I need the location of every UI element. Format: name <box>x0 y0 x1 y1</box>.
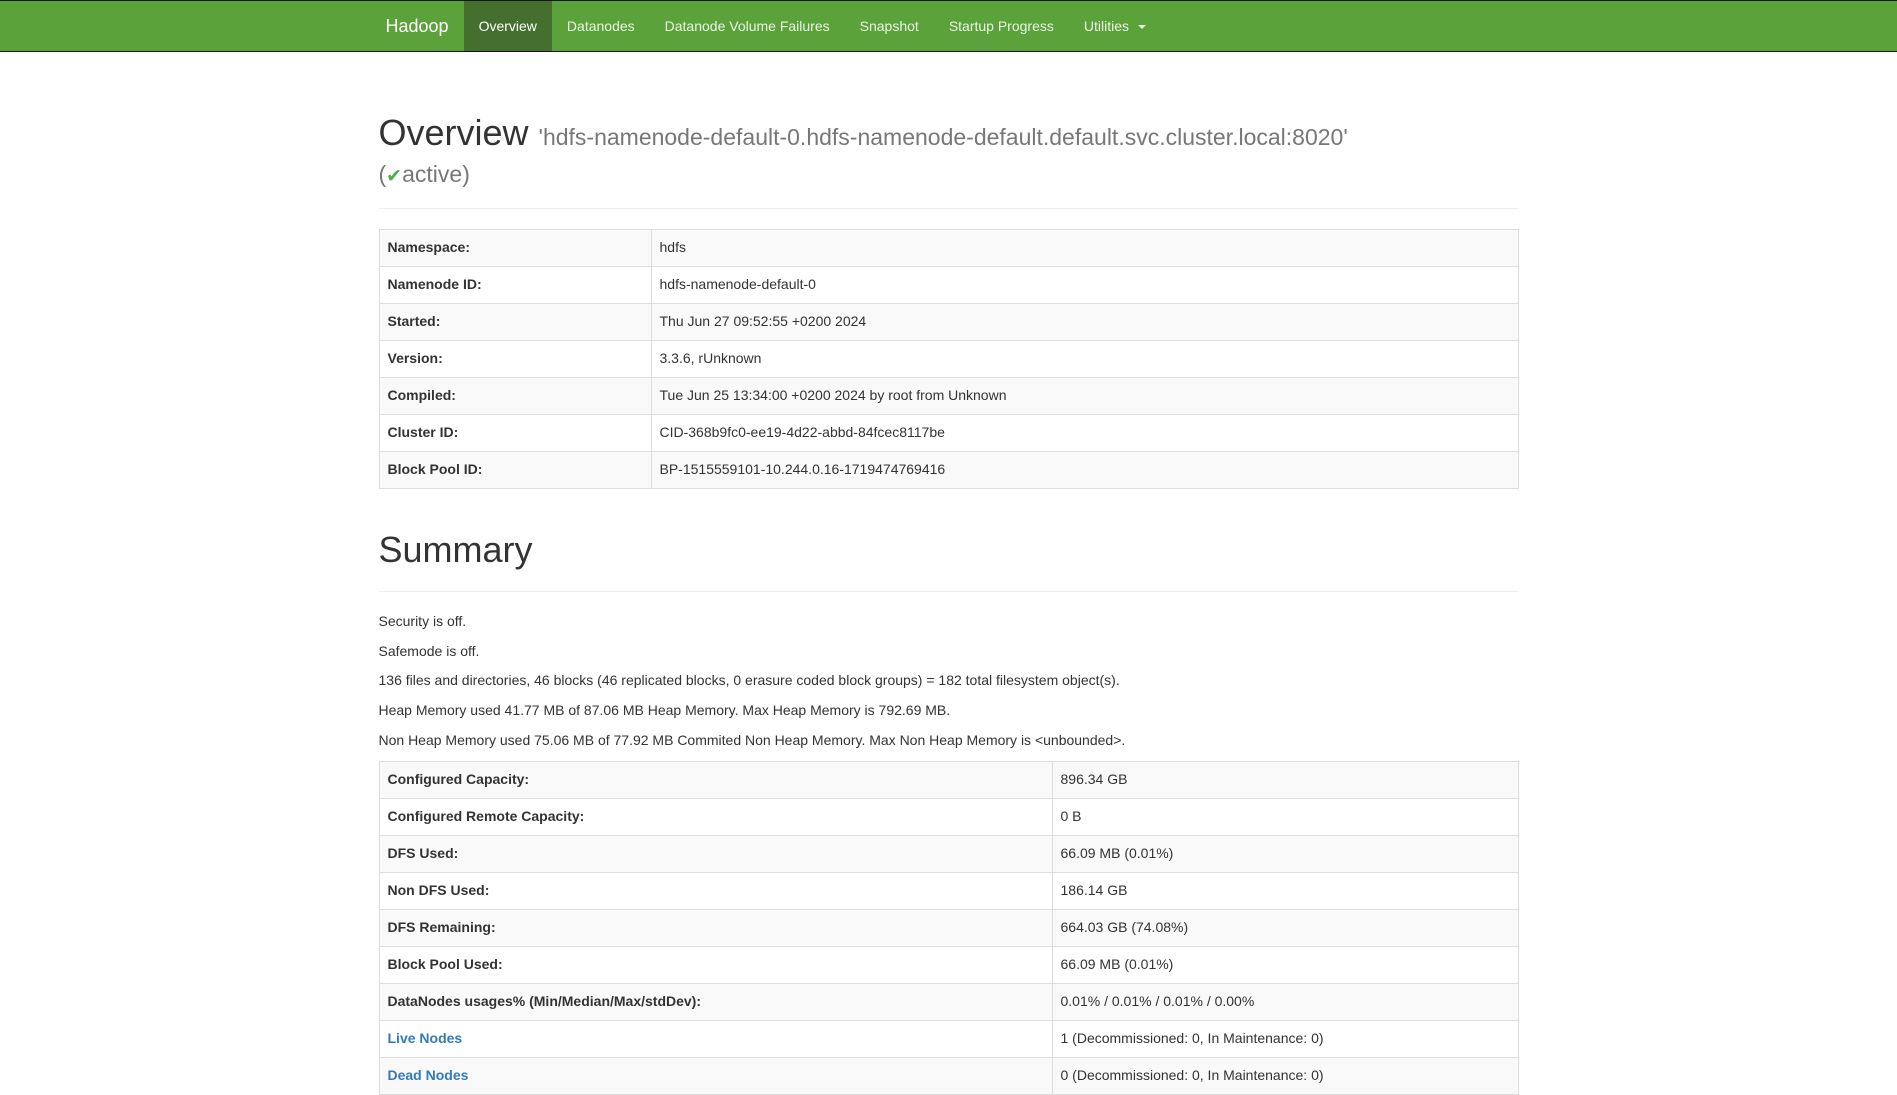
row-value: 0.01% / 0.01% / 0.01% / 0.00% <box>1052 984 1518 1021</box>
row-label: Configured Remote Capacity: <box>379 799 1052 836</box>
row-value: 896.34 GB <box>1052 762 1518 799</box>
row-label: DataNodes usages% (Min/Median/Max/stdDev… <box>379 984 1052 1021</box>
table-row: Block Pool Used:66.09 MB (0.01%) <box>379 947 1518 984</box>
row-value: 664.03 GB (74.08%) <box>1052 910 1518 947</box>
table-row: Namenode ID:hdfs-namenode-default-0 <box>379 267 1518 304</box>
section-divider <box>379 591 1519 592</box>
page-title: Overview <box>379 112 529 153</box>
row-label: Namespace: <box>379 230 651 267</box>
table-row: Compiled:Tue Jun 25 13:34:00 +0200 2024 … <box>379 378 1518 415</box>
row-value: CID-368b9fc0-ee19-4d22-abbd-84fcec8117be <box>651 415 1518 452</box>
row-value: BP-1515559101-10.244.0.16-1719474769416 <box>651 452 1518 489</box>
row-value: 66.09 MB (0.01%) <box>1052 836 1518 873</box>
summary-paragraph: Heap Memory used 41.77 MB of 87.06 MB He… <box>379 701 1519 721</box>
row-label: Namenode ID: <box>379 267 651 304</box>
brand-link[interactable]: Hadoop <box>371 1 464 51</box>
summary-text-block: Security is off. Safemode is off. 136 file… <box>379 612 1519 752</box>
row-value: hdfs <box>651 230 1518 267</box>
nav-item-overview[interactable]: Overview <box>464 1 552 51</box>
row-value: 186.14 GB <box>1052 873 1518 910</box>
dead-nodes-link[interactable]: Dead Nodes <box>388 1067 469 1083</box>
navbar-menu: OverviewDatanodesDatanode Volume Failure… <box>464 1 1161 51</box>
summary-paragraph: Safemode is off. <box>379 642 1519 662</box>
summary-paragraph: 136 files and directories, 46 blocks (46… <box>379 671 1519 691</box>
table-row: Namespace:hdfs <box>379 230 1518 267</box>
table-row: DataNodes usages% (Min/Median/Max/stdDev… <box>379 984 1518 1021</box>
nav-item-utilities[interactable]: Utilities <box>1069 1 1161 51</box>
live-nodes-link[interactable]: Live Nodes <box>388 1030 463 1046</box>
row-label: Cluster ID: <box>379 415 651 452</box>
row-label: Block Pool ID: <box>379 452 651 489</box>
row-value: 0 (Decommissioned: 0, In Maintenance: 0) <box>1052 1058 1518 1095</box>
row-value: 1 (Decommissioned: 0, In Maintenance: 0) <box>1052 1021 1518 1058</box>
table-row: Live Nodes 1 (Decommissioned: 0, In Maint… <box>379 1021 1518 1058</box>
nav-link-snapshot[interactable]: Snapshot <box>845 1 934 51</box>
nav-link-datanodes[interactable]: Datanodes <box>552 1 650 51</box>
row-value: Tue Jun 25 13:34:00 +0200 2024 by root f… <box>651 378 1518 415</box>
row-value: Thu Jun 27 09:52:55 +0200 2024 <box>651 304 1518 341</box>
row-label: DFS Used: <box>379 836 1052 873</box>
nav-item-datanodes[interactable]: Datanodes <box>552 1 650 51</box>
nav-item-datanode-volume-failures[interactable]: Datanode Volume Failures <box>650 1 845 51</box>
table-row: Configured Remote Capacity:0 B <box>379 799 1518 836</box>
nav-item-startup-progress[interactable]: Startup Progress <box>934 1 1069 51</box>
table-row: Dead Nodes 0 (Decommissioned: 0, In Maint… <box>379 1058 1518 1095</box>
row-value: 0 B <box>1052 799 1518 836</box>
table-row: Version:3.3.6, rUnknown <box>379 341 1518 378</box>
row-label: DFS Remaining: <box>379 910 1052 947</box>
nav-link-overview[interactable]: Overview <box>464 1 552 51</box>
row-label: Started: <box>379 304 651 341</box>
namenode-state: (✔active) <box>379 161 1519 188</box>
page-heading: Overview 'hdfs-namenode-default-0.hdfs-n… <box>379 112 1519 188</box>
summary-paragraph: Security is off. <box>379 612 1519 632</box>
table-row: Block Pool ID:BP-1515559101-10.244.0.16-… <box>379 452 1518 489</box>
check-icon: ✔ <box>386 166 402 187</box>
namenode-info-table: Namespace:hdfsNamenode ID:hdfs-namenode-… <box>379 229 1519 489</box>
summary-table: Configured Capacity:896.34 GBConfigured … <box>379 761 1519 1095</box>
table-row: DFS Remaining:664.03 GB (74.08%) <box>379 910 1518 947</box>
nav-item-snapshot[interactable]: Snapshot <box>845 1 934 51</box>
row-value: hdfs-namenode-default-0 <box>651 267 1518 304</box>
row-label: Configured Capacity: <box>379 762 1052 799</box>
row-label: Live Nodes <box>379 1021 1052 1058</box>
row-label: Version: <box>379 341 651 378</box>
nav-link-utilities[interactable]: Utilities <box>1069 1 1161 51</box>
section-divider <box>379 208 1519 209</box>
table-row: DFS Used:66.09 MB (0.01%) <box>379 836 1518 873</box>
row-value: 66.09 MB (0.01%) <box>1052 947 1518 984</box>
row-label: Compiled: <box>379 378 651 415</box>
row-label: Block Pool Used: <box>379 947 1052 984</box>
caret-down-icon <box>1138 25 1146 29</box>
nav-link-datanode-volume-failures[interactable]: Datanode Volume Failures <box>650 1 845 51</box>
summary-paragraph: Non Heap Memory used 75.06 MB of 77.92 M… <box>379 731 1519 751</box>
table-row: Non DFS Used:186.14 GB <box>379 873 1518 910</box>
navbar: Hadoop OverviewDatanodesDatanode Volume … <box>0 0 1897 52</box>
row-value: 3.3.6, rUnknown <box>651 341 1518 378</box>
nav-link-startup-progress[interactable]: Startup Progress <box>934 1 1069 51</box>
summary-heading: Summary <box>379 529 1519 570</box>
table-row: Started:Thu Jun 27 09:52:55 +0200 2024 <box>379 304 1518 341</box>
namenode-address: 'hdfs-namenode-default-0.hdfs-namenode-d… <box>539 124 1348 150</box>
row-label: Dead Nodes <box>379 1058 1052 1095</box>
page-content: Overview 'hdfs-namenode-default-0.hdfs-n… <box>364 52 1534 1095</box>
row-label: Non DFS Used: <box>379 873 1052 910</box>
table-row: Configured Capacity:896.34 GB <box>379 762 1518 799</box>
table-row: Cluster ID:CID-368b9fc0-ee19-4d22-abbd-8… <box>379 415 1518 452</box>
